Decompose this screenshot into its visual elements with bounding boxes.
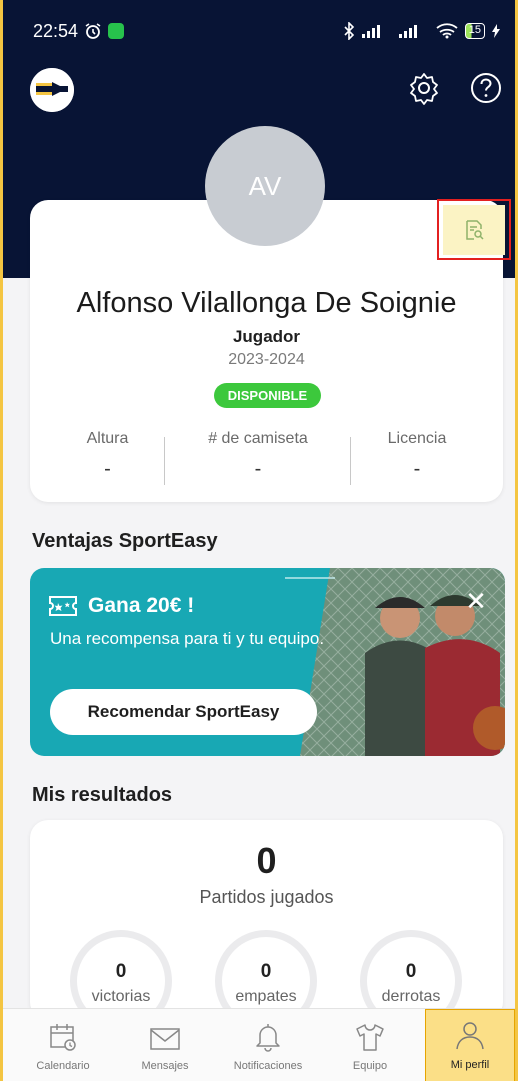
losses-label: derrotas [381, 988, 441, 1005]
recommend-button[interactable]: Recomendar SportEasy [50, 689, 317, 735]
stat-license: Licencia - [372, 430, 462, 481]
nav-item-messages[interactable]: Mensajes [120, 1009, 210, 1081]
stat-divider [350, 437, 351, 485]
promo-title: Gana 20€ ! [48, 594, 194, 618]
bottom-nav: Calendario Mensajes Notificaciones Equip… [0, 1008, 518, 1081]
bluetooth-icon [344, 22, 354, 40]
wifi-icon [436, 23, 458, 39]
whatsapp-icon [108, 23, 125, 39]
wins-label: victorias [91, 988, 151, 1005]
stat-shirt-number: # de camiseta - [183, 430, 333, 481]
gear-icon [410, 73, 438, 105]
document-search-icon [466, 219, 484, 240]
stat-value: - [413, 458, 421, 480]
stat-label: # de camiseta [208, 430, 308, 447]
settings-button[interactable] [404, 68, 444, 108]
draws-label: empates [235, 988, 297, 1005]
nav-item-notifications[interactable]: Notificaciones [218, 1009, 318, 1081]
nav-item-my-profile[interactable]: Mi perfil [425, 1009, 515, 1081]
stat-label: Licencia [387, 430, 447, 447]
status-bar: 22:54 15 [0, 0, 518, 62]
stat-value: - [254, 458, 262, 480]
matches-played-label: Partidos jugados [199, 887, 334, 907]
results-card: 0 Partidos jugados 0 victorias 0 empates… [30, 820, 503, 1020]
shirt-icon [356, 1024, 384, 1051]
stat-value: - [104, 458, 111, 480]
promo-description: Una recompensa para ti y tu equipo. [50, 629, 325, 648]
help-button[interactable] [466, 68, 506, 108]
section-title-results: Mis resultados [32, 784, 173, 806]
nav-item-calendar[interactable]: Calendario [18, 1009, 108, 1081]
envelope-icon [150, 1028, 180, 1050]
section-title-benefits: Ventajas SportEasy [32, 530, 218, 552]
losses-value: 0 [405, 961, 417, 982]
signal-icon-2 [398, 25, 417, 38]
person-icon [456, 1022, 484, 1050]
avatar-initials: AV [248, 170, 282, 201]
help-icon [471, 73, 501, 103]
club-logo-icon [30, 68, 74, 112]
battery-icon: 15 [464, 23, 485, 39]
calendar-icon [50, 1024, 76, 1051]
stat-divider [164, 437, 165, 485]
status-time: 22:54 [33, 20, 79, 41]
matches-played-value: 0 [256, 840, 277, 881]
document-search-button[interactable] [437, 199, 511, 260]
charging-icon [492, 24, 500, 38]
club-logo[interactable] [30, 68, 74, 112]
player-season: 2023-2024 [228, 351, 305, 368]
nav-item-team[interactable]: Equipo [330, 1009, 410, 1081]
avatar[interactable]: AV [205, 126, 325, 246]
close-promo-button[interactable]: ✕ [463, 588, 489, 614]
draws-value: 0 [260, 961, 272, 982]
signal-icon [361, 25, 380, 38]
bell-icon [256, 1024, 280, 1052]
stat-label: Altura [86, 430, 129, 447]
wins-value: 0 [115, 961, 127, 982]
promo-banner[interactable]: Gana 20€ ! Una recompensa para ti y tu e… [30, 568, 505, 756]
player-name: Alfonso Vilallonga De Soignie [76, 287, 457, 319]
ticket-icon [49, 596, 77, 616]
alarm-icon [85, 23, 101, 39]
status-badge: DISPONIBLE [214, 383, 321, 408]
stat-height: Altura - [70, 430, 145, 481]
player-role: Jugador [232, 327, 301, 346]
